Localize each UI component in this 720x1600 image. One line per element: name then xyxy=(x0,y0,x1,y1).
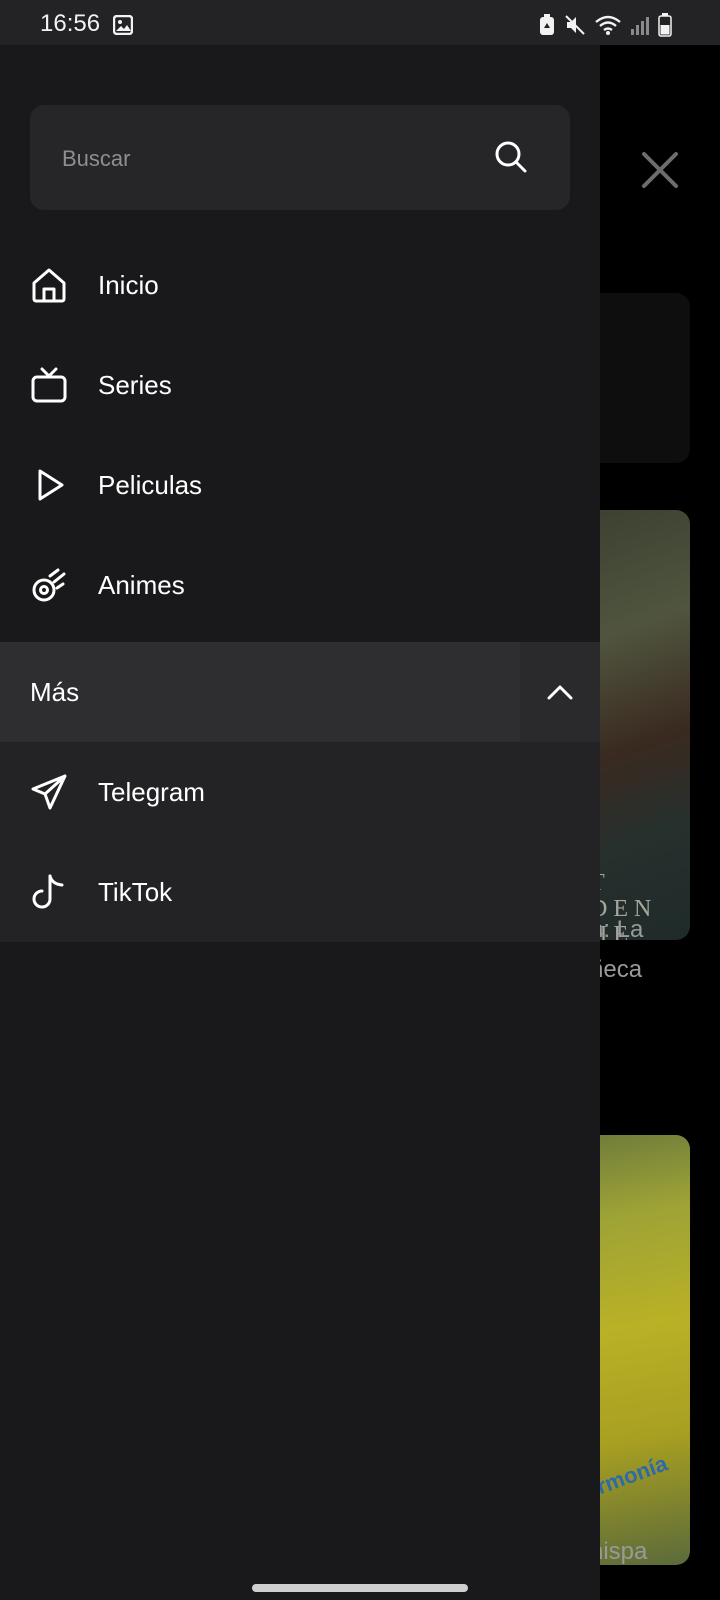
play-icon xyxy=(38,469,64,501)
anime-icon xyxy=(32,568,66,602)
signal-icon xyxy=(631,17,649,35)
gesture-home-bar[interactable] xyxy=(252,1584,468,1592)
nav-label: Series xyxy=(98,369,172,400)
telegram-icon xyxy=(31,774,67,810)
battery-saver-icon xyxy=(540,14,554,35)
navigation-drawer: Inicio Series Peliculas Animes Más xyxy=(0,45,600,1600)
battery-icon xyxy=(658,13,672,37)
nav-item-tiktok[interactable]: TikTok xyxy=(0,842,600,942)
home-icon xyxy=(32,268,66,303)
collapse-button[interactable] xyxy=(520,642,600,742)
search-input[interactable] xyxy=(60,105,484,212)
status-time: 16:56 xyxy=(40,10,101,37)
nav-label: Peliculas xyxy=(98,469,203,500)
nav-label: Telegram xyxy=(98,776,205,807)
nav-label: Inicio xyxy=(98,269,159,300)
chevron-up-icon xyxy=(547,685,573,700)
mute-icon xyxy=(565,15,585,35)
search-icon[interactable] xyxy=(494,140,528,174)
more-section-panel: Telegram TikTok xyxy=(0,742,600,942)
close-icon[interactable] xyxy=(640,150,680,190)
nav-item-animes[interactable]: Animes xyxy=(0,535,600,635)
tiktok-icon xyxy=(32,874,64,909)
more-section-toggle[interactable]: Más xyxy=(0,642,600,742)
search-box xyxy=(30,105,570,212)
wifi-icon xyxy=(595,15,621,35)
tv-icon xyxy=(31,367,67,403)
image-icon xyxy=(113,15,133,35)
status-bar: 16:56 xyxy=(0,0,720,45)
nav-label: Animes xyxy=(98,569,185,600)
nav-item-peliculas[interactable]: Peliculas xyxy=(0,435,600,535)
nav-item-series[interactable]: Series xyxy=(0,335,600,435)
nav-label: TikTok xyxy=(98,876,173,907)
more-label: Más xyxy=(30,676,80,707)
nav-item-inicio[interactable]: Inicio xyxy=(0,235,600,335)
nav-item-telegram[interactable]: Telegram xyxy=(0,742,600,842)
